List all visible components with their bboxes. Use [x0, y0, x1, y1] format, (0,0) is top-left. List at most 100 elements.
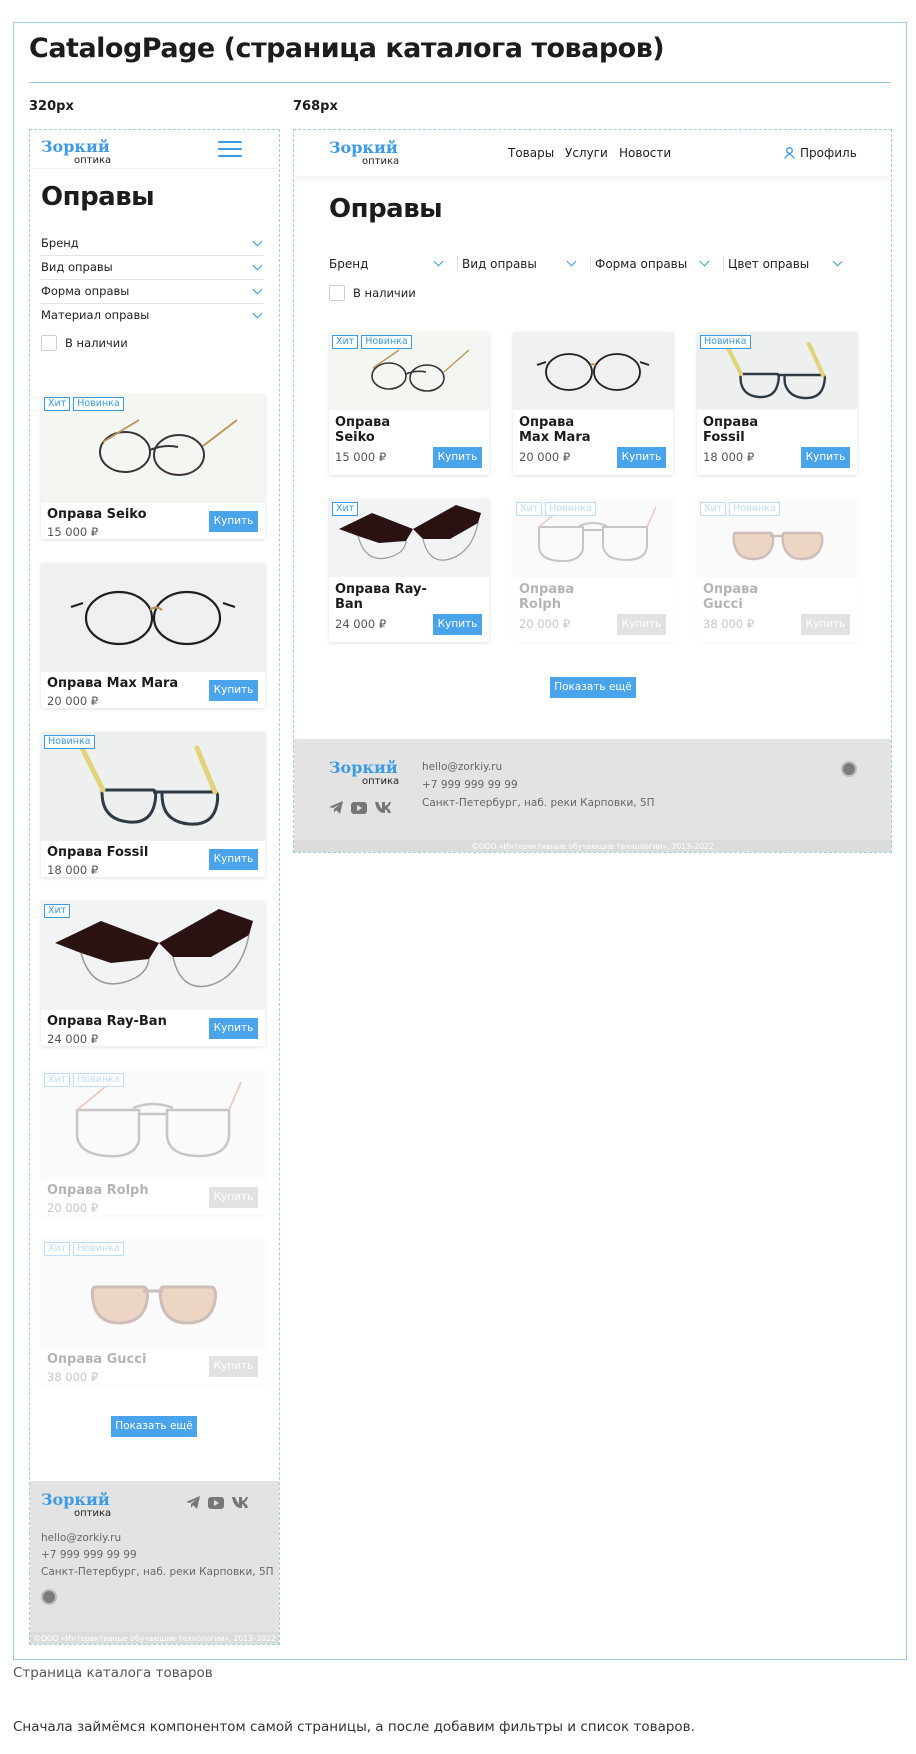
- product-name-line1: Оправа Ray-: [335, 582, 427, 597]
- product-card[interactable]: Оправа Max Mara 20 000 ₽ Купить: [513, 332, 673, 475]
- product-name: Оправа Rolph: [47, 1183, 149, 1198]
- logo-sub: оптика: [74, 1508, 112, 1519]
- theme-toggle-icon[interactable]: [41, 1589, 57, 1605]
- product-price: 18 000 ₽: [47, 863, 99, 877]
- footer-copyright: ©ООО «Интерактивные обучающие технологии…: [30, 1632, 279, 1644]
- filter-frame-type-label: Вид оправы: [462, 257, 537, 271]
- product-name[interactable]: Оправа Ray-Ban: [47, 1014, 167, 1030]
- filter-frame-color[interactable]: Цвет оправы: [728, 252, 851, 276]
- mobile-width-label: 320px: [29, 99, 74, 114]
- filter-brand[interactable]: Бренд: [329, 252, 452, 276]
- product-card-unavailable: Хит Новинка Оправа Rolph 20 000 ₽ Купить: [513, 499, 673, 642]
- nav-item-services[interactable]: Услуги: [565, 146, 608, 160]
- footer-phone[interactable]: +7 999 999 99 99: [41, 1547, 137, 1565]
- product-price: 20 000 ₽: [519, 450, 571, 464]
- buy-button[interactable]: Купить: [801, 447, 850, 468]
- chevron-down-icon: [832, 256, 843, 267]
- product-name: Оправа Gucci: [703, 582, 758, 613]
- product-name-line1: Оправа: [519, 582, 575, 597]
- product-card[interactable]: Хит Новинка Оправа Seiko 15 000 ₽ Купить: [41, 394, 265, 539]
- telegram-icon[interactable]: [186, 1496, 200, 1509]
- menu-burger-icon[interactable]: [218, 141, 242, 158]
- in-stock-checkbox[interactable]: В наличии: [329, 285, 416, 301]
- buy-button[interactable]: Купить: [209, 849, 258, 870]
- catalog-heading: Оправы: [41, 182, 155, 212]
- filter-frame-type[interactable]: Вид оправы: [41, 256, 263, 280]
- filter-frame-material[interactable]: Материал оправы: [41, 304, 263, 328]
- badge-new: Новинка: [73, 397, 124, 411]
- header-logo[interactable]: Зоркий оптика: [329, 140, 399, 167]
- logo-name: Зоркий: [41, 1490, 110, 1509]
- product-name[interactable]: Оправа Max Mara: [519, 415, 591, 446]
- badge-new: Новинка: [73, 1073, 124, 1087]
- product-name[interactable]: Оправа Fossil: [47, 845, 148, 861]
- product-name-line1: Оправа: [703, 415, 759, 430]
- badge-new: Новинка: [729, 502, 780, 516]
- theme-toggle-icon[interactable]: [841, 761, 857, 777]
- product-card[interactable]: Хит Оправа Ray-Ban 24 000 ₽ Купить: [41, 901, 265, 1046]
- footer-logo[interactable]: Зоркий оптика: [41, 1492, 111, 1519]
- buy-button[interactable]: Купить: [433, 614, 482, 635]
- footer-logo[interactable]: Зоркий оптика: [329, 760, 399, 787]
- buy-button[interactable]: Купить: [209, 680, 258, 701]
- vk-icon[interactable]: [232, 1497, 248, 1508]
- badge-hit: Хит: [44, 1073, 71, 1087]
- product-name-line2: Fossil: [703, 429, 745, 445]
- product-card[interactable]: Хит Новинка Оправа Seiko 15 000 ₽ Купить: [329, 332, 489, 475]
- page-title: CatalogPage (страница каталога товаров): [29, 33, 665, 64]
- header-logo[interactable]: Зоркий оптика: [41, 139, 111, 166]
- social-links: [329, 801, 391, 814]
- product-name[interactable]: Оправа Ray-Ban: [335, 582, 427, 613]
- product-price: 20 000 ₽: [47, 1201, 99, 1215]
- product-name[interactable]: Оправа Seiko: [47, 507, 147, 523]
- filter-frame-type[interactable]: Вид оправы: [462, 252, 585, 276]
- product-card[interactable]: Оправа Max Mara 20 000 ₽ Купить: [41, 563, 265, 708]
- buy-button[interactable]: Купить: [433, 447, 482, 468]
- youtube-icon[interactable]: [208, 1496, 224, 1509]
- show-more-button[interactable]: Показать ещё: [550, 677, 636, 698]
- in-stock-checkbox[interactable]: В наличии: [41, 335, 128, 351]
- logo-sub: оптика: [362, 776, 400, 787]
- filter-brand[interactable]: Бренд: [41, 232, 263, 256]
- buy-button-disabled: Купить: [209, 1356, 258, 1377]
- badge-group: Хит Новинка: [516, 502, 596, 516]
- product-name: Оправа Gucci: [47, 1352, 147, 1367]
- nav-item-news[interactable]: Новости: [619, 146, 671, 160]
- footer-phone[interactable]: +7 999 999 99 99: [422, 777, 518, 795]
- buy-button[interactable]: Купить: [617, 447, 666, 468]
- buy-button[interactable]: Купить: [209, 511, 258, 532]
- product-card[interactable]: Новинка Оправа Fossil 18 000 ₽ Купить: [697, 332, 857, 475]
- nav-item-products[interactable]: Товары: [508, 146, 554, 160]
- product-name[interactable]: Оправа Fossil: [703, 415, 759, 446]
- filter-frame-shape[interactable]: Форма оправы: [595, 252, 718, 276]
- footer-email[interactable]: hello@zorkiy.ru: [41, 1530, 121, 1548]
- buy-button-disabled: Купить: [801, 614, 850, 635]
- product-card[interactable]: Хит Оправа Ray-Ban 24 000 ₽ Купить: [329, 499, 489, 642]
- buy-button[interactable]: Купить: [209, 1018, 258, 1039]
- badge-hit: Хит: [332, 502, 359, 516]
- profile-link[interactable]: Профиль: [784, 146, 857, 160]
- footer-email[interactable]: hello@zorkiy.ru: [422, 759, 502, 777]
- badge-new: Новинка: [44, 735, 95, 749]
- product-price: 15 000 ₽: [335, 450, 387, 464]
- chevron-down-icon: [433, 256, 444, 267]
- chevron-down-icon: [252, 236, 263, 247]
- filter-frame-shape[interactable]: Форма оправы: [41, 280, 263, 304]
- filter-brand-label: Бренд: [41, 236, 79, 250]
- chevron-down-icon: [566, 256, 577, 267]
- youtube-icon[interactable]: [351, 801, 367, 814]
- product-name[interactable]: Оправа Seiko: [335, 415, 390, 446]
- telegram-icon[interactable]: [329, 801, 343, 814]
- in-stock-label: В наличии: [65, 336, 128, 350]
- badge-group: Хит Новинка: [700, 502, 780, 516]
- filter-frame-color-label: Цвет оправы: [728, 257, 810, 271]
- show-more-button[interactable]: Показать ещё: [111, 1416, 197, 1437]
- filter-divider: [723, 256, 724, 271]
- product-name[interactable]: Оправа Max Mara: [47, 676, 178, 692]
- footer-copyright: ©ООО «Интерактивные обучающие технологии…: [294, 840, 891, 852]
- product-card[interactable]: Новинка Оправа Fossil 18 000 ₽ Купить: [41, 732, 265, 877]
- badge-hit: Хит: [700, 502, 727, 516]
- vk-icon[interactable]: [375, 802, 391, 813]
- badge-new: Новинка: [73, 1242, 124, 1256]
- chevron-down-icon: [252, 260, 263, 271]
